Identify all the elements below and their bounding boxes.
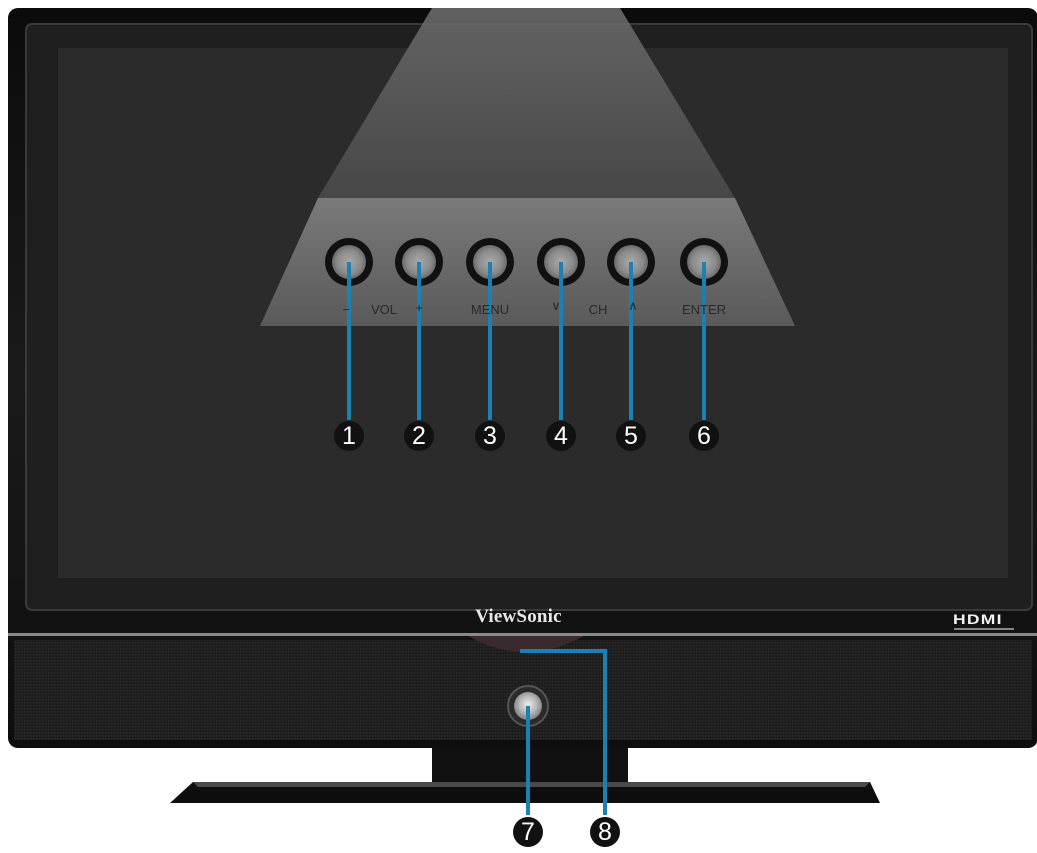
- hdmi-logo: HDMI: [953, 611, 1003, 627]
- callout-8: 8: [590, 817, 620, 847]
- vol-minus-label: −: [342, 302, 350, 317]
- tv-front-diagram: ViewSonic HDMI − VOL + MENU ∨ CH ∧ ENTER…: [0, 0, 1037, 853]
- callout-7: 7: [513, 817, 543, 847]
- silver-trim: [8, 633, 1037, 636]
- ch-label: CH: [588, 302, 608, 317]
- callout-2: 2: [404, 421, 434, 451]
- tv-illustration: [8, 8, 1037, 815]
- callout-4: 4: [546, 421, 576, 451]
- brand-logo: ViewSonic: [475, 606, 562, 627]
- callout-5: 5: [616, 421, 646, 451]
- hdmi-logo-tagline: [954, 628, 1014, 630]
- ch-down-label: ∨: [551, 298, 561, 313]
- enter-label: ENTER: [681, 302, 727, 317]
- callout-6: 6: [689, 421, 719, 451]
- menu-label: MENU: [470, 302, 510, 317]
- vol-plus-label: +: [415, 300, 423, 315]
- callout-1: 1: [334, 421, 364, 451]
- callout-3: 3: [475, 421, 505, 451]
- ch-up-label: ∧: [628, 298, 638, 313]
- vol-label: VOL: [370, 302, 398, 317]
- stand-base-highlight: [193, 782, 870, 787]
